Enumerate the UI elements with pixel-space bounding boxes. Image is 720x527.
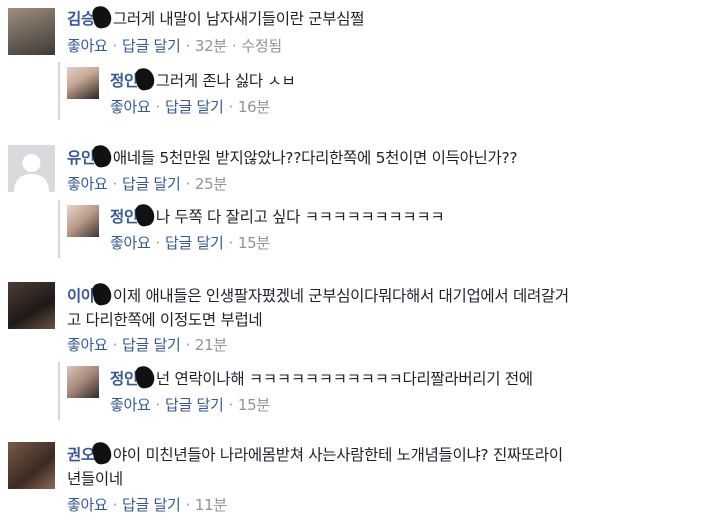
separator: · xyxy=(228,396,233,414)
timestamp[interactable]: 15분 xyxy=(238,396,270,414)
default-avatar-icon xyxy=(14,154,49,192)
reply-link[interactable]: 답글 달기 xyxy=(165,396,224,414)
comment-actions: 좋아요 · 답글 달기 · 21분 xyxy=(67,334,227,356)
like-link[interactable]: 좋아요 xyxy=(67,336,108,354)
like-link[interactable]: 좋아요 xyxy=(110,234,151,252)
separator: · xyxy=(112,175,118,193)
avatar[interactable] xyxy=(8,442,55,489)
timestamp[interactable]: 16분 xyxy=(238,98,270,116)
reply-link[interactable]: 답글 달기 xyxy=(122,336,181,354)
comment-thread: { "comments": [ { "name": "김승", "text": … xyxy=(0,0,720,527)
reply-link[interactable]: 답글 달기 xyxy=(165,234,224,252)
like-link[interactable]: 좋아요 xyxy=(67,496,108,514)
commenter-name[interactable]: 유인 xyxy=(67,149,95,167)
separator: · xyxy=(185,175,190,193)
comment-text: 권오 야이 미친년들아 나라에몸받쳐 사는사람한테 노개념들이냐? 진짜또라이 xyxy=(67,440,563,467)
comment-body-line2: 년들이네 xyxy=(67,470,123,488)
reply-actions: 좋아요 · 답글 달기 · 15분 xyxy=(110,232,270,254)
reply-link[interactable]: 답글 달기 xyxy=(122,37,181,55)
edited-label[interactable]: 수정됨 xyxy=(241,37,282,55)
comment-text: 이아 이제 애내들은 인생팔자폈겠네 군부심이다뭐다해서 대기업에서 데려갈거 xyxy=(67,281,569,308)
reply-body: 넌 연락이나해 ㅋㅋㅋㅋㅋㅋㅋㅋㅋㅋㅋ다리짤라버리기 전에 xyxy=(155,370,533,388)
comment-body: 애네들 5천만원 받지않았나??다리한쪽에 5천이면 이득아닌가?? xyxy=(112,149,518,167)
reply-actions: 좋아요 · 답글 달기 · 15분 xyxy=(110,394,270,416)
reply-actions: 좋아요 · 답글 달기 · 16분 xyxy=(110,96,270,118)
timestamp[interactable]: 21분 xyxy=(195,336,227,354)
comment-text: 유인 애네들 5천만원 받지않았나??다리한쪽에 5천이면 이득아닌가?? xyxy=(67,143,518,170)
timestamp[interactable]: 25분 xyxy=(195,175,227,193)
commenter-name[interactable]: 정인 xyxy=(110,370,138,388)
timestamp[interactable]: 15분 xyxy=(238,234,270,252)
comment-actions: 좋아요 · 답글 달기 · 11분 xyxy=(67,494,227,516)
commenter-name[interactable]: 정인 xyxy=(110,72,138,90)
avatar[interactable] xyxy=(67,205,99,237)
comment-text-continued: 년들이네 xyxy=(67,467,123,491)
avatar[interactable] xyxy=(8,282,55,329)
avatar[interactable] xyxy=(8,8,55,55)
reply-link[interactable]: 답글 달기 xyxy=(122,175,181,193)
comment-body: 이제 애내들은 인생팔자폈겠네 군부심이다뭐다해서 대기업에서 데려갈거 xyxy=(112,287,569,305)
like-link[interactable]: 좋아요 xyxy=(110,98,151,116)
like-link[interactable]: 좋아요 xyxy=(67,175,108,193)
avatar[interactable] xyxy=(67,67,99,99)
separator: · xyxy=(185,336,190,354)
timestamp[interactable]: 32분 xyxy=(195,37,227,55)
commenter-name[interactable]: 정인 xyxy=(110,208,138,226)
separator: · xyxy=(185,496,190,514)
like-link[interactable]: 좋아요 xyxy=(110,396,151,414)
comment-text-continued: 고 다리한쪽에 이정도면 부럽네 xyxy=(67,308,263,332)
reply-indent-bar xyxy=(58,62,60,120)
avatar[interactable] xyxy=(8,145,55,192)
reply-indent-bar xyxy=(58,362,60,420)
reply-text: 정인 그러게 존나 싫다 ㅅㅂ xyxy=(110,66,296,93)
separator: · xyxy=(231,37,237,55)
reply-text: 정인 나 두쪽 다 잘리고 싶다 ㅋㅋㅋㅋㅋㅋㅋㅋㅋㅋ xyxy=(110,202,445,229)
separator: · xyxy=(185,37,190,55)
commenter-name[interactable]: 권오 xyxy=(67,446,95,464)
separator: · xyxy=(155,396,161,414)
comment-actions: 좋아요 · 답글 달기 · 32분 · 수정됨 xyxy=(67,35,282,57)
comment-body: 야이 미친년들아 나라에몸받쳐 사는사람한테 노개념들이냐? 진짜또라이 xyxy=(112,446,563,464)
separator: · xyxy=(112,37,118,55)
comment-body: 그러게 내말이 남자새기들이란 군부심쩔 xyxy=(112,10,365,28)
comment-actions: 좋아요 · 답글 달기 · 25분 xyxy=(67,173,227,195)
comment-text: 김승 그러게 내말이 남자새기들이란 군부심쩔 xyxy=(67,4,365,31)
separator: · xyxy=(155,98,161,116)
avatar[interactable] xyxy=(67,366,99,398)
separator: · xyxy=(155,234,161,252)
reply-link[interactable]: 답글 달기 xyxy=(122,496,181,514)
comment-body-line2: 고 다리한쪽에 이정도면 부럽네 xyxy=(67,311,263,329)
like-link[interactable]: 좋아요 xyxy=(67,37,108,55)
reply-indent-bar xyxy=(58,200,60,258)
commenter-name[interactable]: 김승 xyxy=(67,10,95,28)
separator: · xyxy=(112,336,118,354)
separator: · xyxy=(112,496,118,514)
reply-body: 그러게 존나 싫다 ㅅㅂ xyxy=(155,72,296,90)
reply-link[interactable]: 답글 달기 xyxy=(165,98,224,116)
separator: · xyxy=(228,98,233,116)
commenter-name[interactable]: 이아 xyxy=(67,287,95,305)
reply-text: 정인 넌 연락이나해 ㅋㅋㅋㅋㅋㅋㅋㅋㅋㅋㅋ다리짤라버리기 전에 xyxy=(110,364,533,391)
timestamp[interactable]: 11분 xyxy=(195,496,227,514)
separator: · xyxy=(228,234,233,252)
reply-body: 나 두쪽 다 잘리고 싶다 ㅋㅋㅋㅋㅋㅋㅋㅋㅋㅋ xyxy=(155,208,445,226)
